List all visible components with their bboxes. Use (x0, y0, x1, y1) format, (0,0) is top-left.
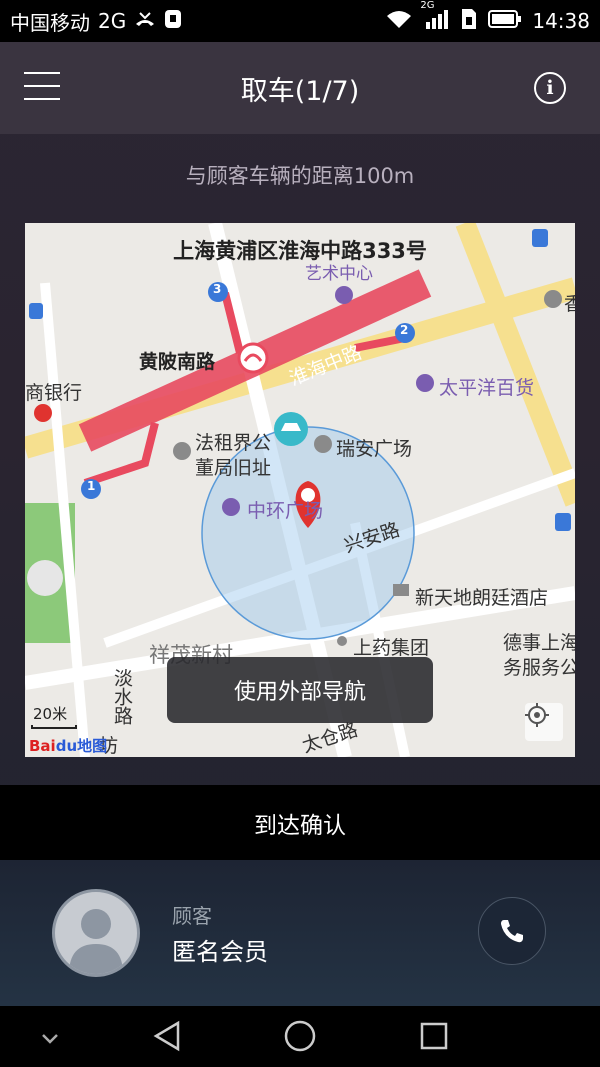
carrier-label: 中国移动 (10, 10, 90, 35)
label-station: 黄陂南路 (139, 351, 216, 373)
label-xiang: 香 (564, 293, 575, 315)
arrive-confirm-button[interactable]: 到达确认 (0, 785, 600, 860)
home-icon[interactable] (284, 1020, 316, 1056)
external-navigation-button[interactable]: 使用外部导航 (167, 657, 433, 723)
network-label: 2G (98, 9, 127, 33)
label-art: 艺术中心 (305, 264, 373, 284)
customer-name: 匿名会员 (172, 938, 268, 966)
back-icon[interactable] (152, 1020, 182, 1056)
clock: 14:38 (532, 9, 590, 33)
wifi-icon (384, 8, 414, 35)
label-dese: 德事上海 (503, 632, 575, 654)
customer-role: 顾客 (172, 904, 212, 928)
call-button[interactable] (478, 897, 546, 965)
distance-text: 与顾客车辆的距离100m (185, 164, 415, 188)
battery-icon (488, 9, 522, 34)
app-header: 取车(1/7) i (0, 42, 600, 134)
metro-badge-3-label: 3 (213, 282, 222, 296)
avatar (52, 889, 140, 977)
notification-icon (164, 9, 182, 34)
customer-panel: 顾客 匿名会员 (0, 860, 600, 1006)
system-nav-bar (0, 1006, 600, 1067)
status-bar: 中国移动 2G 2G 14:38 (0, 0, 600, 42)
label-dese2: 务服务公 (503, 657, 575, 679)
hamburger-menu-icon[interactable] (24, 72, 60, 102)
label-danshui: 淡水路 (111, 668, 133, 725)
metro-badge-1-label: 1 (87, 479, 96, 493)
label-zhonghuan: 中环广场 (247, 500, 324, 522)
label-french: 法租界公 (195, 432, 272, 454)
label-shangyao: 上药集团 (353, 637, 430, 659)
info-icon[interactable]: i (534, 72, 566, 104)
label-pacific: 太平洋百货 (439, 377, 535, 399)
locate-icon[interactable] (525, 703, 563, 741)
network-small-label: 2G (420, 0, 435, 11)
recents-icon[interactable] (420, 1022, 448, 1054)
label-xintiandi: 新天地朗廷酒店 (415, 587, 549, 609)
map-scale-label: 20米 (33, 705, 68, 723)
missed-call-icon (134, 9, 156, 33)
map-scale-bar (31, 725, 77, 729)
collapse-icon[interactable] (40, 1030, 60, 1049)
phone-icon (501, 920, 523, 943)
baidu-logo: Baidu地图 (29, 737, 108, 755)
map-address: 上海黄浦区淮海中路333号 (173, 239, 427, 263)
signal-icon: 2G (420, 0, 450, 35)
label-ruian: 瑞安广场 (336, 438, 413, 460)
sim-icon (460, 7, 478, 36)
map-view[interactable]: 上海黄浦区淮海中路333号 艺术中心 香 黄陂南路 淮海中路 太平洋百货 商银行… (25, 223, 575, 757)
page-title: 取车(1/7) (240, 75, 360, 107)
metro-station-icon (237, 342, 269, 374)
label-french2: 董局旧址 (195, 457, 272, 479)
label-bank: 商银行 (25, 382, 83, 404)
metro-badge-2-label: 2 (400, 323, 409, 337)
